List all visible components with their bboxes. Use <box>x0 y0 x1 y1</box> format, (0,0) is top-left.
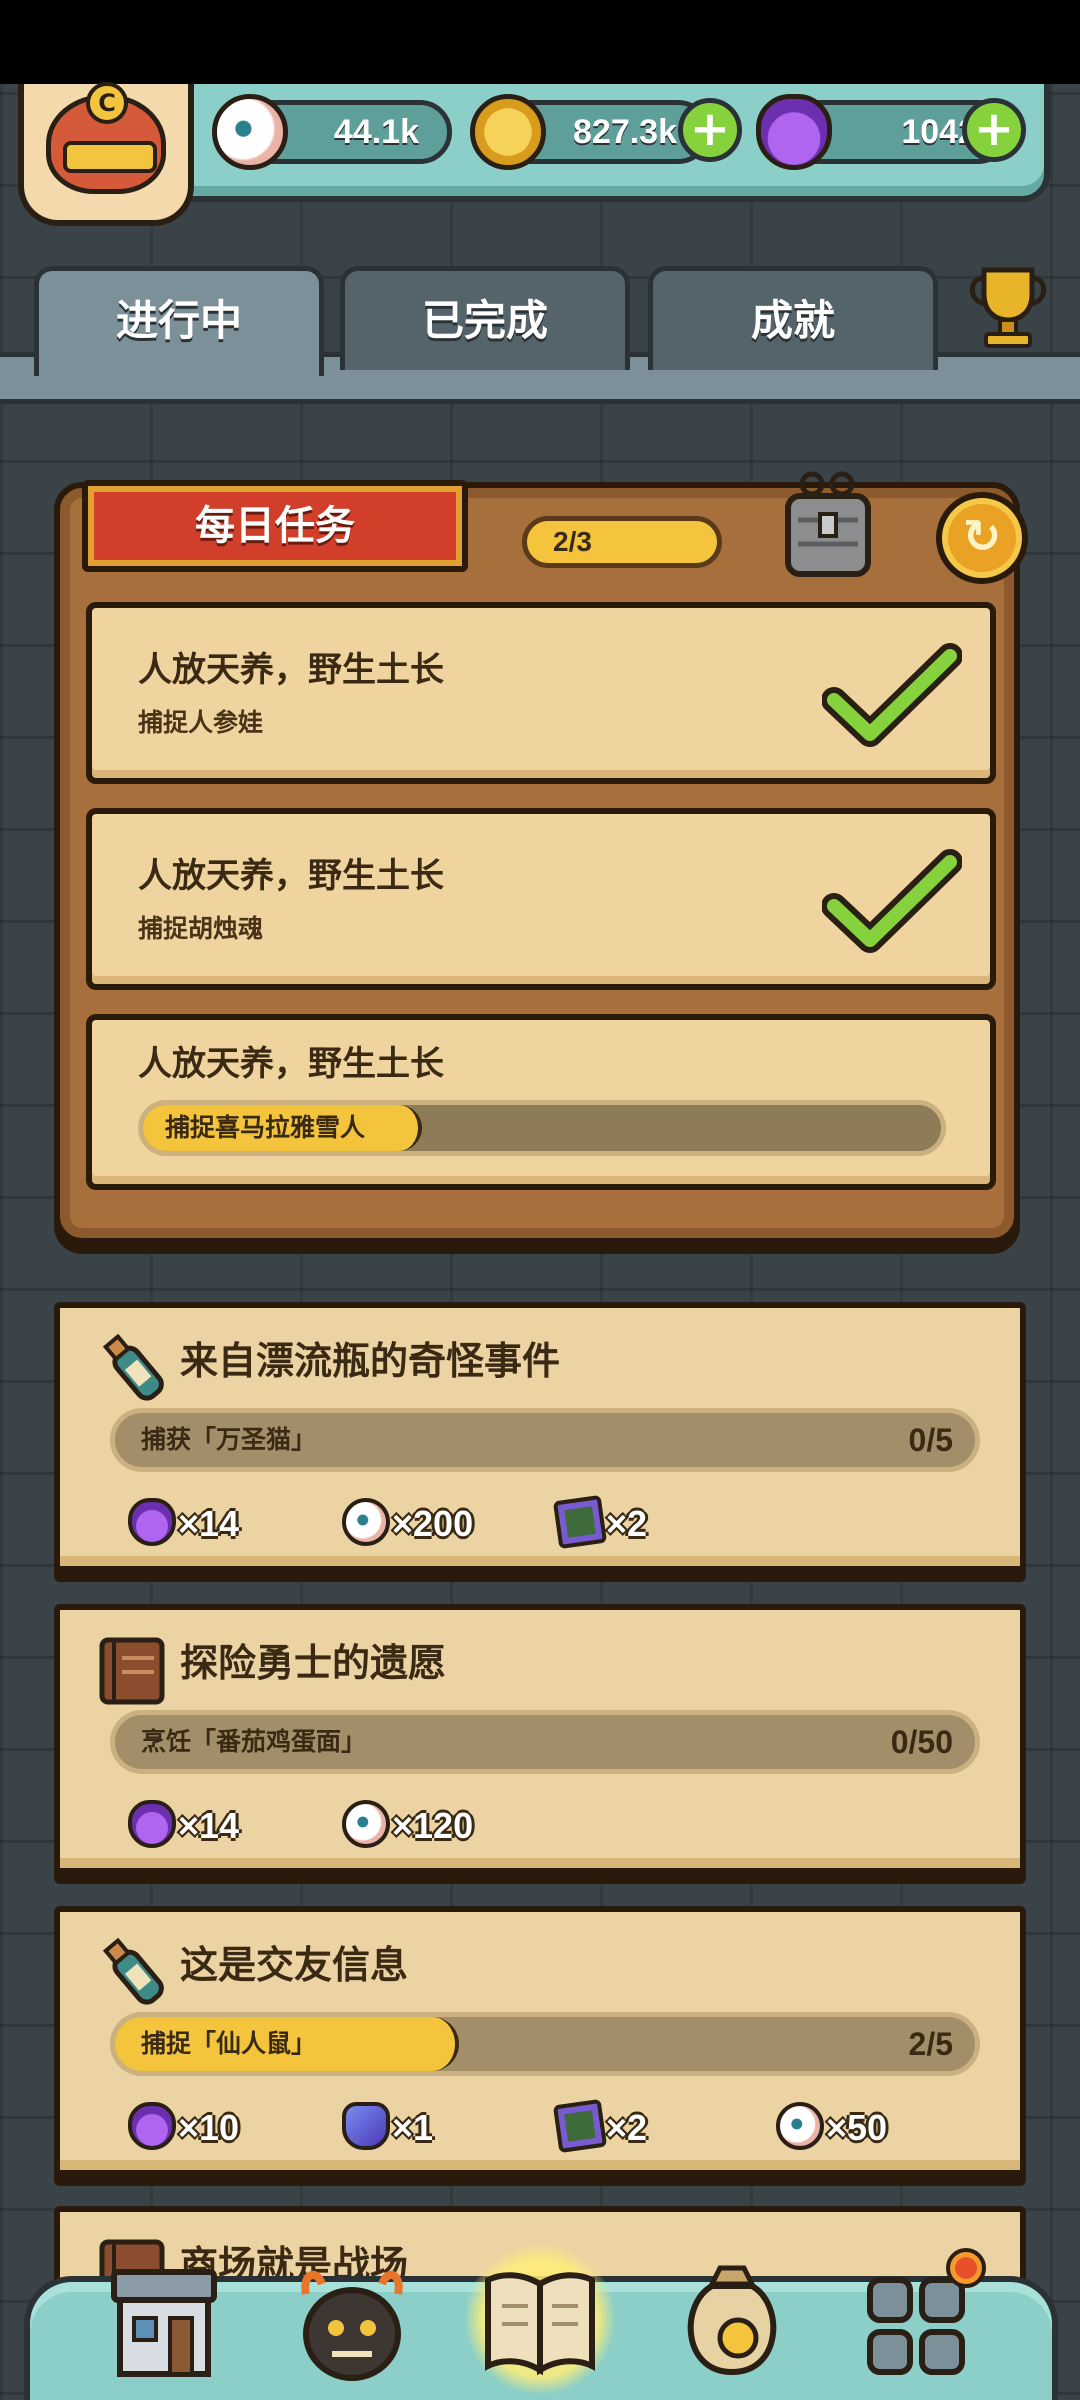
checkmark-icon <box>822 643 962 747</box>
nav-shop-button[interactable] <box>104 2254 224 2384</box>
nav-quests-button[interactable] <box>466 2244 614 2394</box>
quest-progress-bar: 烹饪「番茄鸡蛋面」 0/50 <box>110 1710 980 1774</box>
eyeball-icon <box>212 94 288 170</box>
quest-requirement: 捕捉「仙人鼠」 <box>141 2029 317 2058</box>
trophy-icon[interactable] <box>962 262 1054 352</box>
reward-qty: ×14 <box>178 1503 240 1544</box>
nav-bag-button[interactable] <box>672 2254 792 2384</box>
daily-task-banner: 每日任务 <box>82 480 468 572</box>
coin-icon <box>470 94 546 170</box>
tab-achievements[interactable]: 成就 <box>648 266 938 370</box>
task-detail: 捕捉胡烛魂 <box>138 914 264 943</box>
avatar-c-emblem-icon: C <box>86 82 128 124</box>
task-title: 人放天养，野生土长 <box>138 856 444 896</box>
tab-completed[interactable]: 已完成 <box>340 266 630 370</box>
reward-qty: ×200 <box>392 1503 474 1544</box>
quest-title: 这是交友信息 <box>180 1943 409 1987</box>
reward-qty: ×1 <box>392 2107 434 2148</box>
quest-requirement: 捕获「万圣猫」 <box>141 1425 317 1454</box>
book-icon <box>485 2272 595 2376</box>
coin-bag-icon <box>687 2265 777 2376</box>
card-icon <box>552 2098 608 2154</box>
potion-icon <box>756 94 832 170</box>
add-potions-button[interactable]: + <box>962 98 1026 162</box>
potion-icon <box>128 1800 176 1848</box>
eyeball-icon <box>342 1800 390 1848</box>
crystal-icon <box>342 2102 390 2150</box>
quest-card[interactable]: 来自漂流瓶的奇怪事件 捕获「万圣猫」 0/5 ×14 ×200 ×2 <box>54 1302 1026 1572</box>
monster-icon <box>301 2270 403 2381</box>
quest-count: 0/50 <box>890 1724 953 1760</box>
coin-count: 827.3k <box>573 113 677 151</box>
potion-icon <box>128 2102 176 2150</box>
bottle-icon <box>102 1333 164 1401</box>
reward-qty: ×120 <box>392 1805 474 1846</box>
quest-count: 2/5 <box>908 2026 953 2062</box>
daily-task-card: 人放天养，野生土长 捕捉人参娃 <box>86 602 996 784</box>
nav-menu-button[interactable] <box>860 2248 986 2384</box>
add-coins-button[interactable]: + <box>678 98 742 162</box>
shop-building-icon <box>111 2269 217 2377</box>
task-detail: 捕捉人参娃 <box>138 708 264 737</box>
task-title: 人放天养，野生土长 <box>138 650 444 690</box>
quest-count: 0/5 <box>908 1422 953 1458</box>
daily-progress-bar: 2/3 <box>522 516 722 568</box>
bottle-icon <box>102 1937 164 2005</box>
task-title: 人放天养，野生土长 <box>138 1044 444 1084</box>
reward-qty: ×2 <box>606 1503 648 1544</box>
potion-icon <box>128 1498 176 1546</box>
daily-task-card: 人放天养，野生土长 捕捉喜马拉雅雪人 <box>86 1014 996 1190</box>
tab-in-progress[interactable]: 进行中 <box>34 266 324 376</box>
quest-title: 来自漂流瓶的奇怪事件 <box>180 1339 561 1383</box>
eyeball-icon <box>342 1498 390 1546</box>
daily-task-card: 人放天养，野生土长 捕捉胡烛魂 <box>86 808 996 990</box>
task-progress-bar: 捕捉喜马拉雅雪人 <box>138 1100 946 1156</box>
daily-progress-label: 2/3 <box>553 526 592 557</box>
quest-requirement: 烹饪「番茄鸡蛋面」 <box>141 1727 367 1756</box>
eyeball-count: 44.1k <box>333 113 419 151</box>
quest-card[interactable]: 探险勇士的遗愿 烹饪「番茄鸡蛋面」 0/50 ×14 ×120 <box>54 1604 1026 1874</box>
quest-progress-bar: 捕捉「仙人鼠」 2/5 <box>110 2012 980 2076</box>
refresh-icon[interactable]: ↻ <box>936 492 1028 584</box>
reward-qty: ×2 <box>606 2107 648 2148</box>
status-bar <box>0 0 1080 84</box>
reward-qty: ×10 <box>178 2107 240 2148</box>
quest-card[interactable]: 这是交友信息 捕捉「仙人鼠」 2/5 ×10 ×1 ×2 ×50 <box>54 1906 1026 2176</box>
reward-qty: ×50 <box>826 2107 888 2148</box>
reward-chest-icon[interactable] <box>778 470 878 582</box>
card-icon <box>552 1494 608 1550</box>
notification-badge <box>946 2248 986 2288</box>
task-detail: 捕捉喜马拉雅雪人 <box>165 1113 366 1142</box>
quest-progress-bar: 捕获「万圣猫」 0/5 <box>110 1408 980 1472</box>
checkmark-icon <box>822 849 962 953</box>
quest-title: 探险勇士的遗愿 <box>180 1641 447 1685</box>
nav-monster-button[interactable] <box>292 2254 412 2384</box>
book-icon <box>99 1637 165 1705</box>
eyeball-icon <box>776 2102 824 2150</box>
player-avatar[interactable]: C <box>18 82 194 226</box>
reward-qty: ×14 <box>178 1805 240 1846</box>
